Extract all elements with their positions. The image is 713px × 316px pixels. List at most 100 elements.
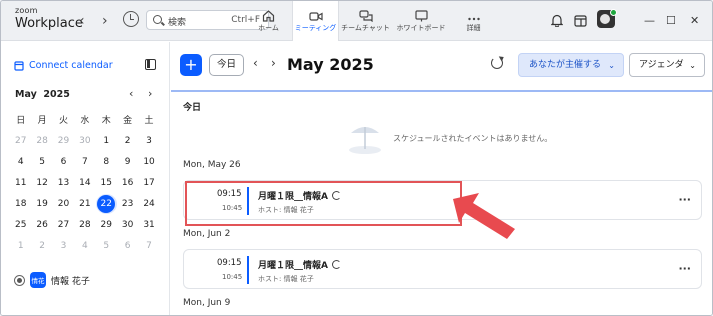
forward-arrow-icon[interactable]: › [102,13,108,29]
view-select-dropdown[interactable]: アジェンダ ⌄ [629,53,705,77]
day-heading: Mon, May 26 [183,160,241,170]
mini-next-month-icon[interactable]: › [148,87,152,100]
event-start-time: 09:15 [217,258,242,268]
calendar-day[interactable]: 27 [53,220,74,230]
calendar-day[interactable]: 7 [74,157,95,167]
calendar-day[interactable]: 25 [10,220,31,230]
maximize-button[interactable]: ☐ [666,14,676,27]
calendar-day[interactable]: 15 [96,178,117,188]
calendar-day[interactable]: 3 [138,136,159,146]
new-meeting-button[interactable]: + [180,54,202,76]
connect-calendar-link[interactable]: Connect calendar [14,60,113,71]
calendar-day[interactable]: 7 [138,241,159,251]
calendar-day[interactable]: 28 [74,220,95,230]
calendar-day[interactable]: 14 [74,178,95,188]
calendar-day[interactable]: 13 [53,178,74,188]
calendar-day[interactable]: 11 [10,178,31,188]
sidebar-toggle-icon[interactable] [145,59,156,70]
video-icon [293,1,338,23]
tab-more-label: 詳細 [466,24,481,32]
more-options-icon[interactable]: ··· [678,193,691,206]
calendar-day[interactable]: 23 [117,199,138,209]
mini-prev-month-icon[interactable]: ‹ [129,87,133,100]
tab-meetings[interactable]: ミーティング [292,1,339,41]
user-calendar-row[interactable]: 情花 情報 花子 [14,272,90,288]
tab-home[interactable]: ホーム [245,1,292,41]
event-host: ホスト: 情報 花子 [258,275,314,283]
calendar-day[interactable]: 5 [31,157,52,167]
calendar-day-today[interactable]: 22 [95,193,117,214]
calendar-day[interactable]: 3 [53,241,74,251]
event-card[interactable]: 09:15 10:45 月曜１限__情報A ホスト: 情報 花子 ··· [183,249,702,289]
calendar-day[interactable]: 16 [117,178,138,188]
calendar-day[interactable]: 31 [138,220,159,230]
calendar-day[interactable]: 20 [53,199,74,209]
user-name: 情報 花子 [51,276,90,287]
today-button[interactable]: 今日 [209,54,244,76]
calendar-day[interactable]: 21 [74,199,95,209]
calendar-day[interactable]: 2 [117,136,138,146]
day-heading: Mon, Jun 9 [183,298,231,308]
calendar-day[interactable]: 18 [10,199,31,209]
next-period-icon[interactable]: › [271,56,276,70]
calendar-day[interactable]: 27 [10,136,31,146]
tab-meetings-label: ミーティング [294,24,337,32]
calendar-day-number: 19 [36,198,48,209]
recurring-icon [331,260,341,269]
calendar-day[interactable]: 17 [138,178,159,188]
calendar-day[interactable]: 10 [138,157,159,167]
more-options-icon[interactable]: ··· [678,262,691,275]
calendar-day[interactable]: 30 [74,136,95,146]
prev-period-icon[interactable]: ‹ [253,56,258,70]
close-button[interactable]: ✕ [690,14,699,27]
tab-whiteboard[interactable]: ホワイトボード [392,1,450,41]
calendar-day[interactable]: 30 [117,220,138,230]
calendar-day[interactable]: 24 [138,199,159,209]
calendar-day[interactable]: 4 [74,241,95,251]
calendar-day-number: 16 [121,177,134,188]
back-arrow-icon[interactable]: ‹ [79,13,85,29]
event-title-text: 月曜１限__情報A [258,261,328,271]
calendar-day[interactable]: 6 [117,241,138,251]
calendar-day[interactable]: 29 [53,136,74,146]
host-filter-dropdown[interactable]: あなたが主催する ⌄ [518,53,624,77]
history-icon[interactable] [123,11,139,27]
calendar-day[interactable]: 19 [31,199,52,209]
refresh-icon[interactable] [491,57,503,69]
calendar-day-number: 30 [121,219,134,230]
calendar-day[interactable]: 12 [31,178,52,188]
top-bar: zoom Workplace ‹ › 検索 Ctrl+F ホーム ミーティング [1,1,712,41]
user-calendar-radio[interactable] [14,274,25,286]
calendar-day[interactable]: 29 [96,220,117,230]
calendar-day[interactable]: 6 [53,157,74,167]
calendar-week-row: 25 26 27 28 29 30 31 [10,214,160,235]
minimize-button[interactable]: — [644,14,655,27]
calendar-day-number: 12 [36,177,48,188]
day-heading: Mon, Jun 2 [183,229,231,239]
view-select-label: アジェンダ [639,60,684,70]
calendar-day[interactable]: 9 [117,157,138,167]
calendar-panel-icon[interactable] [574,12,587,31]
calendar-day[interactable]: 5 [96,241,117,251]
calendar-day-number: 28 [36,135,48,146]
calendar-day-number: 1 [17,240,24,251]
calendar-day[interactable]: 4 [10,157,31,167]
calendar-day[interactable]: 1 [96,136,117,146]
home-icon [245,1,292,23]
calendar-day[interactable]: 1 [10,241,31,251]
calendar-week-row: 11 12 13 14 15 16 17 [10,172,160,193]
calendar-day[interactable]: 26 [31,220,52,230]
calendar-day-number: 4 [82,240,88,251]
logo-product: Workplace [15,16,83,31]
user-badge: 情花 [30,272,46,288]
calendar-day[interactable]: 8 [96,157,117,167]
tab-team-chat[interactable]: チームチャット [339,1,392,41]
calendar-week-row: 1 2 3 4 5 6 7 [10,235,160,256]
calendar-day[interactable]: 28 [31,136,52,146]
bell-icon[interactable] [550,12,564,31]
calendar-day[interactable]: 2 [31,241,52,251]
mini-calendar-year: 2025 [43,89,70,100]
app-window: zoom Workplace ‹ › 検索 Ctrl+F ホーム ミーティング [0,0,713,316]
today-divider [171,90,712,92]
tab-more[interactable]: 詳細 [450,1,497,41]
